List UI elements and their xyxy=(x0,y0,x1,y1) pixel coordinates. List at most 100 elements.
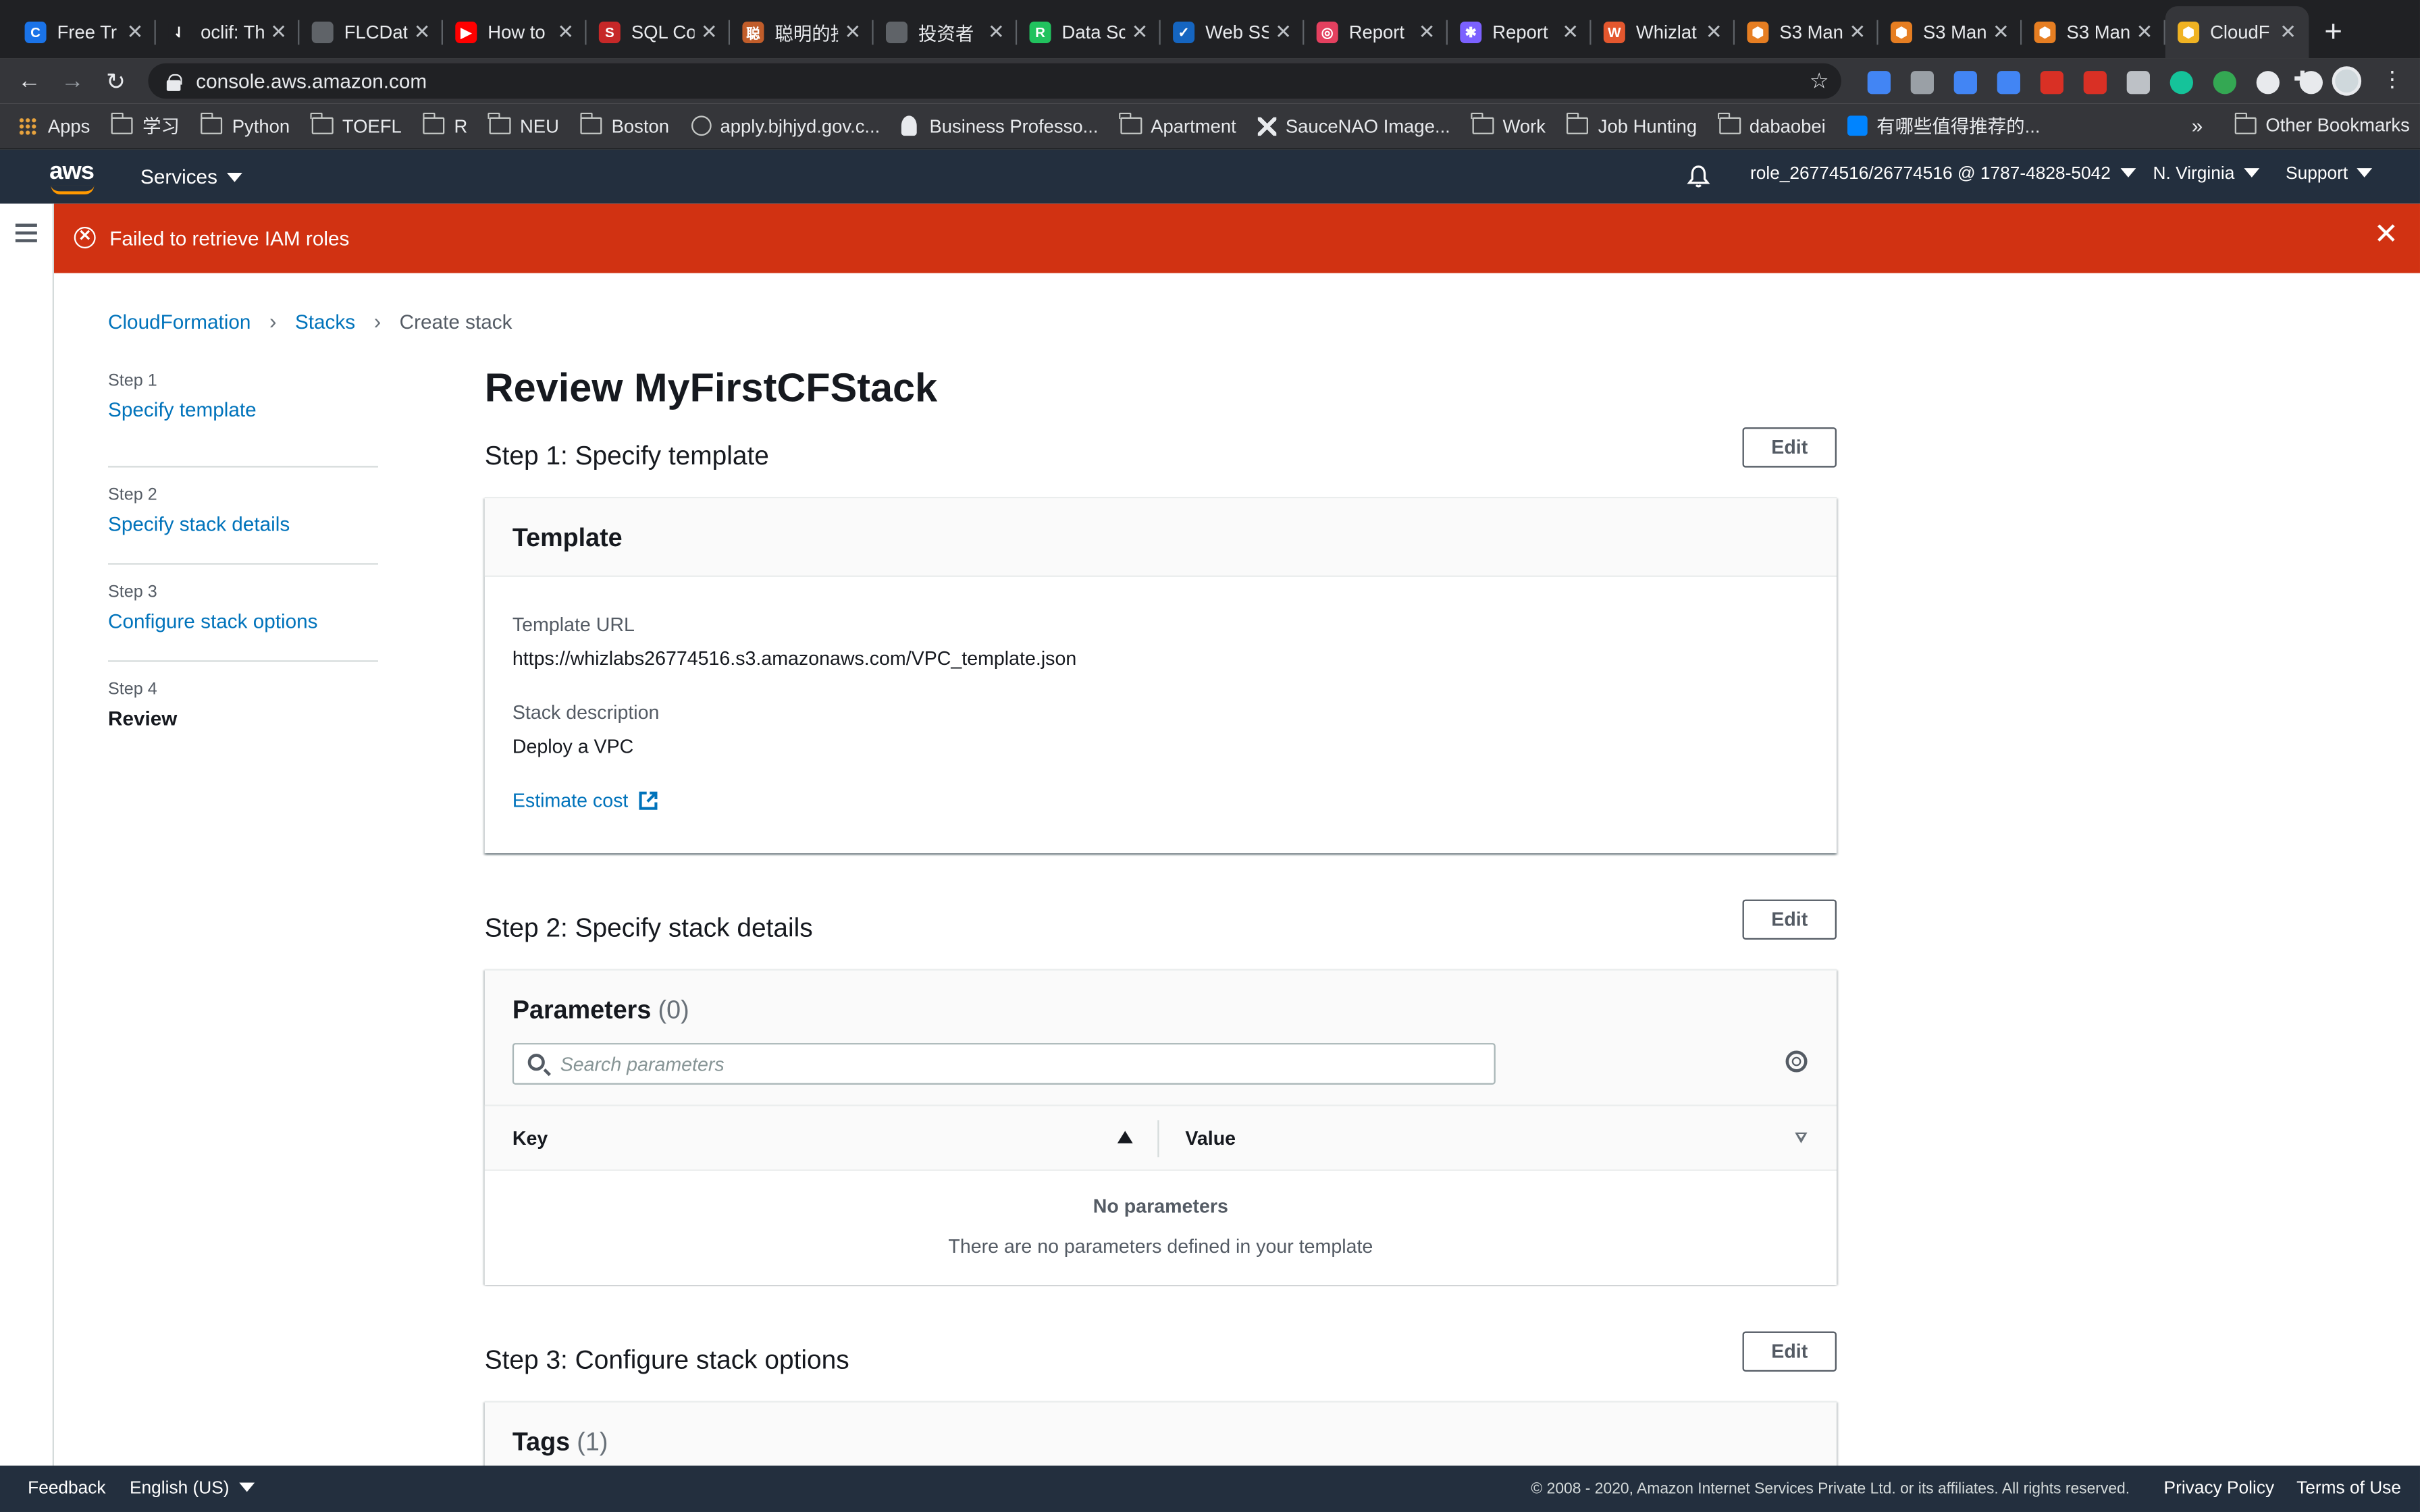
sort-ascending-icon[interactable] xyxy=(1117,1131,1133,1143)
bookmark-item[interactable]: apply.bjhjyd.gov.c... xyxy=(691,115,880,136)
browser-tab[interactable]: ⬢ S3 Man ✕ xyxy=(1735,6,1878,59)
extension-icon[interactable] xyxy=(2246,65,2289,99)
close-tab-icon[interactable]: ✕ xyxy=(414,20,431,45)
bookmark-item[interactable]: 学习 xyxy=(111,112,180,139)
search-parameters-input[interactable]: Search parameters xyxy=(512,1043,1496,1085)
services-menu[interactable]: Services xyxy=(140,165,242,188)
breadcrumb-stacks[interactable]: Stacks xyxy=(295,309,355,332)
close-tab-icon[interactable]: ✕ xyxy=(701,20,718,45)
extension-icon[interactable] xyxy=(2030,65,2073,99)
estimate-cost-link[interactable]: Estimate cost xyxy=(512,790,659,811)
extension-icon[interactable] xyxy=(2073,65,2116,99)
browser-tab[interactable]: W Whizlat ✕ xyxy=(1592,6,1735,59)
account-menu[interactable]: role_26774516/26774516 @ 1787-4828-5042 xyxy=(1750,165,2136,184)
close-tab-icon[interactable]: ✕ xyxy=(1275,20,1292,45)
address-bar[interactable]: console.aws.amazon.com ☆ xyxy=(148,63,1841,99)
language-selector[interactable]: English (US) xyxy=(130,1480,255,1498)
close-tab-icon[interactable]: ✕ xyxy=(1849,20,1866,45)
aws-logo[interactable]: aws xyxy=(49,159,95,194)
browser-tab[interactable]: 聪聪明的投 ✕ xyxy=(730,6,874,59)
browser-tab[interactable]: ◎ Report ✕ xyxy=(1304,6,1448,59)
close-tab-icon[interactable]: ✕ xyxy=(1562,20,1579,45)
feedback-button[interactable]: Feedback xyxy=(28,1480,105,1498)
close-tab-icon[interactable]: ✕ xyxy=(2136,20,2153,45)
bookmark-item[interactable]: Work xyxy=(1471,112,1546,136)
tab-title: Whizlat xyxy=(1635,21,1697,43)
forward-icon[interactable]: → xyxy=(51,68,94,94)
close-tab-icon[interactable]: ✕ xyxy=(270,20,287,45)
bookmark-item[interactable]: NEU xyxy=(488,112,559,136)
bookmarks-overflow-button[interactable]: » xyxy=(2192,114,2203,137)
bookmark-item[interactable]: 有哪些值得推荐的... xyxy=(1847,113,2040,139)
breadcrumb-cloudformation[interactable]: CloudFormation xyxy=(108,309,251,332)
extension-icon[interactable] xyxy=(2116,65,2159,99)
browser-tab[interactable]: FLCDat ✕ xyxy=(299,6,443,59)
reload-icon[interactable]: ↻ xyxy=(94,67,137,95)
bookmark-item[interactable]: Apps xyxy=(18,115,90,136)
column-header-value[interactable]: Value xyxy=(1185,1128,1236,1150)
new-tab-button[interactable]: + xyxy=(2309,6,2357,59)
close-tab-icon[interactable]: ✕ xyxy=(127,20,144,45)
bookmark-item[interactable]: Boston xyxy=(579,112,669,136)
sort-icon[interactable] xyxy=(1795,1132,1808,1143)
browser-tab[interactable]: ⬢ S3 Man ✕ xyxy=(2022,6,2165,59)
step-link-specify-template[interactable]: Specify template xyxy=(108,398,378,421)
close-tab-icon[interactable]: ✕ xyxy=(1132,20,1149,45)
bookmark-item[interactable]: Apartment xyxy=(1119,112,1236,136)
extension-icon[interactable] xyxy=(1987,65,2030,99)
browser-tab[interactable]: ⇃ oclif: Th ✕ xyxy=(156,6,300,59)
close-tab-icon[interactable]: ✕ xyxy=(1993,20,2009,45)
bookmark-item[interactable]: dabaobei xyxy=(1717,112,1826,136)
bookmark-item[interactable]: Job Hunting xyxy=(1566,112,1697,136)
hamburger-menu-icon[interactable] xyxy=(15,223,37,242)
extension-icon[interactable] xyxy=(1857,65,1900,99)
bookmark-item[interactable]: Business Professo... xyxy=(901,115,1098,136)
browser-tab[interactable]: R Data Sc ✕ xyxy=(1017,6,1161,59)
browser-tab[interactable]: ⬢ S3 Man ✕ xyxy=(1878,6,2022,59)
extensions-puzzle-icon[interactable]: ✚ xyxy=(2294,66,2312,92)
wizard-step-4: Step 4 Review xyxy=(108,662,378,759)
step-link-specify-stack-details[interactable]: Specify stack details xyxy=(108,512,378,535)
bookmark-item[interactable]: R xyxy=(422,112,467,136)
extension-icon[interactable] xyxy=(2159,65,2203,99)
profile-avatar[interactable] xyxy=(2332,66,2362,96)
extension-icon[interactable] xyxy=(1943,65,1987,99)
column-divider[interactable] xyxy=(1157,1120,1159,1158)
edit-step1-button[interactable]: Edit xyxy=(1742,427,1837,468)
support-menu[interactable]: Support xyxy=(2286,165,2373,184)
browser-tab[interactable]: ✓ Web SS ✕ xyxy=(1161,6,1305,59)
browser-tab[interactable]: S SQL Co ✕ xyxy=(587,6,731,59)
browser-tab[interactable]: 投资者 ✕ xyxy=(874,6,1018,59)
bell-icon[interactable] xyxy=(1685,163,1712,190)
bookmark-item[interactable]: Python xyxy=(200,112,290,136)
browser-menu-icon[interactable]: ⋮ xyxy=(2382,66,2403,92)
edit-step3-button[interactable]: Edit xyxy=(1742,1331,1837,1372)
bookmark-item[interactable]: SauceNAO Image... xyxy=(1257,115,1450,136)
extension-glyph xyxy=(2169,70,2192,94)
browser-tab[interactable]: ✱ Report ✕ xyxy=(1448,6,1592,59)
close-tab-icon[interactable]: ✕ xyxy=(2280,20,2296,45)
bookmark-star-icon[interactable]: ☆ xyxy=(1810,68,1829,94)
bookmark-item[interactable]: TOEFL xyxy=(310,112,402,136)
column-header-key[interactable]: Key xyxy=(512,1128,548,1150)
back-icon[interactable]: ← xyxy=(7,68,51,94)
browser-tab[interactable]: ▶ How to ✕ xyxy=(443,6,587,59)
region-menu[interactable]: N. Virginia xyxy=(2153,165,2259,184)
close-tab-icon[interactable]: ✕ xyxy=(1706,20,1722,45)
browser-tab[interactable]: ⬢ CloudF ✕ xyxy=(2165,6,2309,59)
close-tab-icon[interactable]: ✕ xyxy=(988,20,1005,45)
bookmarks-bar: Apps 学习 Python TOEFL R NEU Boston apply.bjhjyd.… xyxy=(0,103,2420,150)
step-link-configure-stack-options[interactable]: Configure stack options xyxy=(108,610,378,632)
extension-icon[interactable] xyxy=(1900,65,1943,99)
browser-tab[interactable]: C Free Tr ✕ xyxy=(12,6,156,59)
privacy-policy-link[interactable]: Privacy Policy xyxy=(2164,1480,2275,1498)
close-tab-icon[interactable]: ✕ xyxy=(844,20,861,45)
gear-icon[interactable] xyxy=(1785,1050,1808,1073)
terms-of-use-link[interactable]: Terms of Use xyxy=(2296,1480,2401,1498)
other-bookmarks[interactable]: Other Bookmarks xyxy=(2234,111,2410,136)
close-tab-icon[interactable]: ✕ xyxy=(1419,20,1436,45)
dismiss-flash-button[interactable]: ✕ xyxy=(2374,220,2398,252)
edit-step2-button[interactable]: Edit xyxy=(1742,899,1837,940)
extension-icon[interactable] xyxy=(2203,65,2246,99)
close-tab-icon[interactable]: ✕ xyxy=(557,20,574,45)
